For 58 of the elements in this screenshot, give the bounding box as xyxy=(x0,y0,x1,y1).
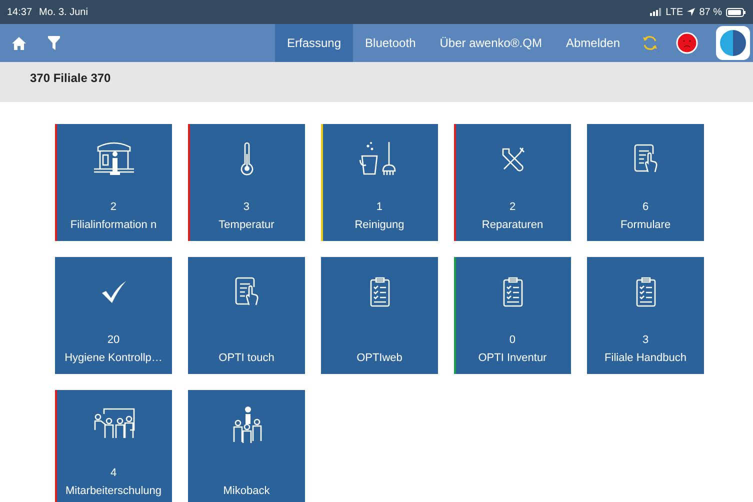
tile-label: OPTIweb xyxy=(356,351,402,366)
category-tile[interactable]: 2 Reparaturen xyxy=(454,124,571,241)
category-tile[interactable]: 3 Filiale Handbuch xyxy=(587,257,704,374)
nav-tab[interactable]: Erfassung xyxy=(275,24,354,62)
location-arrow-icon xyxy=(687,8,696,16)
sync-icon[interactable] xyxy=(642,35,658,51)
tile-label: OPTI Inventur xyxy=(478,351,547,366)
tile-count: 1 xyxy=(376,200,383,215)
clipboard-checklist-icon xyxy=(370,277,390,307)
signal-icon xyxy=(650,8,662,16)
category-tile[interactable]: 0 OPTI Inventur xyxy=(454,257,571,374)
tile-label: Formulare xyxy=(620,218,671,233)
tile-label: Mikoback xyxy=(223,484,270,499)
tile-label: Filiale Handbuch xyxy=(604,351,686,366)
tile-count: 2 xyxy=(509,200,516,215)
tile-label: Reparaturen xyxy=(482,218,544,233)
logo-icon xyxy=(716,26,750,60)
tile-count: 2 xyxy=(110,200,117,215)
tile-label: Reinigung xyxy=(354,218,404,233)
category-tile[interactable]: 1 Reinigung xyxy=(321,124,438,241)
checkmark-icon xyxy=(100,280,126,304)
thermometer-icon xyxy=(240,142,254,176)
tile-label: OPTI touch xyxy=(218,351,274,366)
tile-label: Filialinformation n xyxy=(70,218,157,233)
nav-tab[interactable]: Abmelden xyxy=(554,24,632,62)
touch-form-icon xyxy=(234,277,258,307)
battery-icon xyxy=(726,8,746,16)
branch-title: 370 Filiale 370 xyxy=(30,71,111,85)
nav-tab[interactable]: Bluetooth xyxy=(353,24,428,62)
filter-icon[interactable] xyxy=(48,36,60,50)
category-tile[interactable]: 2 Filialinformation n xyxy=(55,124,172,241)
category-tile[interactable]: 3 Temperatur xyxy=(188,124,305,241)
clock-text: 14:37 xyxy=(7,6,32,20)
tile-count: 3 xyxy=(243,200,250,215)
sad-face-icon[interactable] xyxy=(676,32,698,54)
category-tile[interactable]: OPTIweb xyxy=(321,257,438,374)
tile-label: Mitarbeiterschulung xyxy=(66,484,162,499)
category-tile[interactable]: 6 Formulare xyxy=(587,124,704,241)
network-text: LTE xyxy=(666,6,684,20)
category-tile[interactable]: 4 Mitarbeiterschulung xyxy=(55,390,172,502)
tile-count: 0 xyxy=(509,333,516,348)
clipboard-checklist-icon xyxy=(636,277,656,307)
tile-count: 4 xyxy=(110,466,117,481)
clipboard-checklist-icon xyxy=(502,277,522,307)
tile-label: Hygiene Kontrollp… xyxy=(64,351,162,366)
tile-count: 20 xyxy=(107,333,120,348)
category-tile[interactable]: 20 Hygiene Kontrollp… xyxy=(55,257,172,374)
wrench-and-screwdriver-icon xyxy=(500,146,526,172)
date-text: Mo. 3. Juni xyxy=(39,6,88,20)
battery-text: 87 % xyxy=(699,6,722,20)
category-tile[interactable]: Mikoback xyxy=(188,390,305,502)
touch-form-icon xyxy=(634,144,658,174)
tile-count: 6 xyxy=(642,200,649,215)
nav-tab[interactable]: Über awenko®.QM xyxy=(428,24,554,62)
tile-label: Temperatur xyxy=(218,218,274,233)
home-icon[interactable] xyxy=(12,36,26,50)
category-tile[interactable]: OPTI touch xyxy=(188,257,305,374)
tile-count: 3 xyxy=(642,333,649,348)
